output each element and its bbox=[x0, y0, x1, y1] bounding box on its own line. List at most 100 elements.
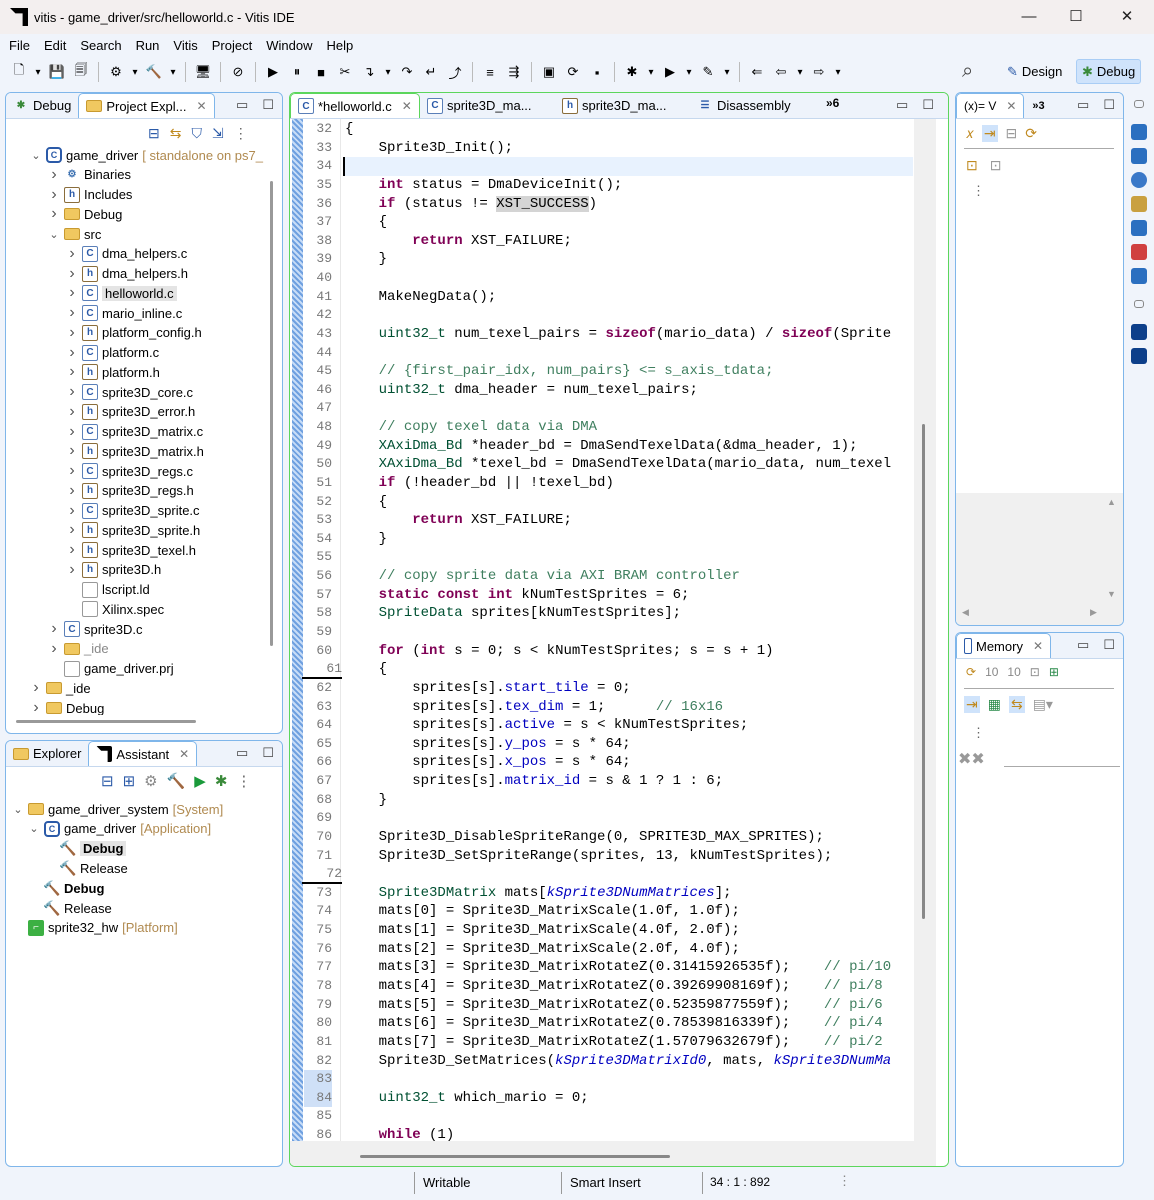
show-type-names-icon[interactable]: 𝑥 bbox=[966, 125, 974, 142]
tree-item[interactable]: Xilinx.spec bbox=[66, 599, 164, 619]
debug-view-icon[interactable] bbox=[1131, 268, 1147, 284]
tree-item[interactable]: › h sprite3D_regs.h bbox=[66, 481, 194, 501]
menu-window[interactable]: Window bbox=[266, 38, 312, 53]
terminal-icon[interactable] bbox=[1131, 348, 1147, 364]
dropdown-icon[interactable]: ▾ bbox=[723, 63, 731, 81]
save-icon[interactable]: 💾 bbox=[48, 63, 66, 81]
tab-explorer[interactable]: Explorer bbox=[6, 741, 88, 766]
new-rendering-icon[interactable]: ⊡ bbox=[1030, 665, 1040, 679]
tree-item[interactable]: ⌄ game_driver_system [System] bbox=[12, 799, 223, 819]
minimize-icon[interactable]: ▭ bbox=[236, 97, 248, 113]
add-global-icon[interactable]: ⊡ bbox=[990, 157, 1002, 174]
tree-item[interactable]: › h dma_helpers.h bbox=[66, 264, 188, 284]
export-memory-icon[interactable]: 10 bbox=[1007, 665, 1020, 679]
console-icon[interactable]: ▣ bbox=[540, 63, 558, 81]
minimize-icon[interactable]: ▭ bbox=[896, 97, 908, 113]
instruction-stepping-icon[interactable]: ≡ bbox=[481, 63, 499, 81]
tree-item[interactable]: › Cdma_helpers.c bbox=[66, 244, 187, 264]
show-logical-structure-icon[interactable]: ⇥ bbox=[981, 125, 998, 142]
more-tabs-button[interactable]: »3 bbox=[1032, 100, 1044, 112]
vitis-terminal-icon[interactable]: ▪ bbox=[588, 63, 606, 81]
dropdown-icon[interactable]: ▾ bbox=[131, 63, 139, 81]
tree-item[interactable]: › Csprite3D_regs.c bbox=[66, 461, 193, 481]
menu-run[interactable]: Run bbox=[136, 38, 160, 53]
chevron-right-icon[interactable]: › bbox=[66, 284, 78, 302]
tree-item[interactable]: ⌄ Cgame_driver[ standalone on ps7_ bbox=[30, 145, 263, 165]
search-icon[interactable]: ⌕ bbox=[962, 60, 973, 83]
chevron-right-icon[interactable]: › bbox=[66, 442, 78, 460]
chevron-right-icon[interactable]: › bbox=[66, 324, 78, 342]
filter-icon[interactable]: ⛉ bbox=[191, 125, 202, 142]
chevron-down-icon[interactable]: ⌄ bbox=[12, 803, 24, 816]
drop-to-frame-icon[interactable]: ⤴ bbox=[446, 63, 464, 81]
chevron-down-icon[interactable]: ⌄ bbox=[28, 822, 40, 835]
back-icon[interactable]: ⇦ bbox=[772, 63, 790, 81]
tree-item[interactable]: › h platform.h bbox=[66, 362, 160, 382]
dropdown-icon[interactable]: ▾ bbox=[685, 63, 693, 81]
chevron-right-icon[interactable]: › bbox=[66, 462, 78, 480]
dropdown-icon[interactable]: ▾ bbox=[34, 63, 42, 81]
tree-item[interactable]: 🔨 Debug bbox=[28, 878, 104, 898]
maximize-icon[interactable]: ☐ bbox=[1103, 97, 1115, 113]
use-step-filters-icon[interactable]: ⇶ bbox=[505, 63, 523, 81]
chevron-right-icon[interactable]: › bbox=[66, 541, 78, 559]
tree-item[interactable]: ⌄ src bbox=[48, 224, 101, 244]
registers-icon[interactable] bbox=[1131, 220, 1147, 236]
tree-item[interactable]: 🔨 Release bbox=[44, 858, 127, 878]
tree-item[interactable]: › h sprite3D_error.h bbox=[66, 402, 195, 422]
maximize-icon[interactable]: ☐ bbox=[922, 97, 934, 113]
menu-edit[interactable]: Edit bbox=[44, 38, 66, 53]
tree-item[interactable]: › h sprite3D_texel.h bbox=[66, 540, 196, 560]
menu-search[interactable]: Search bbox=[80, 38, 121, 53]
target-connection-icon[interactable]: ⚙ bbox=[107, 63, 125, 81]
step-return-icon[interactable]: ↵ bbox=[422, 63, 440, 81]
menu-vitis[interactable]: Vitis bbox=[173, 38, 197, 53]
chevron-right-icon[interactable]: › bbox=[66, 304, 78, 322]
chevron-right-icon[interactable]: › bbox=[66, 245, 78, 263]
close-tab-icon[interactable]: ✕ bbox=[197, 99, 207, 113]
save-all-icon[interactable]: 🗐 bbox=[72, 62, 90, 81]
restore-icon[interactable] bbox=[1134, 100, 1144, 108]
minimize-button[interactable]: — bbox=[1018, 6, 1040, 28]
import-icon[interactable]: ⇲ bbox=[212, 125, 224, 142]
tree-item[interactable]: › h sprite3D.h bbox=[66, 560, 161, 580]
new-icon[interactable]: 🗋 bbox=[10, 62, 28, 81]
scroll-up-icon[interactable]: ▲ bbox=[1107, 497, 1116, 507]
tree-item[interactable]: game_driver.prj bbox=[48, 659, 174, 679]
layout-icon[interactable]: ▤▾ bbox=[1033, 696, 1053, 713]
link-rendering-icon[interactable]: ⇥ bbox=[964, 696, 980, 713]
view-menu-icon[interactable]: ⋮ bbox=[236, 772, 251, 790]
tree-item[interactable]: › h Includes bbox=[48, 185, 132, 205]
design-perspective-button[interactable]: ✎ Design bbox=[1002, 59, 1067, 84]
chevron-down-icon[interactable]: ⌄ bbox=[30, 149, 42, 162]
scroll-right-icon[interactable]: ▶ bbox=[1090, 607, 1097, 618]
tabular-icon[interactable]: ▦ bbox=[988, 696, 1001, 713]
maximize-icon[interactable]: ☐ bbox=[262, 97, 274, 113]
tree-item[interactable]: › _ide bbox=[48, 639, 108, 659]
tab-assistant[interactable]: Assistant ✕ bbox=[88, 741, 198, 766]
menu-file[interactable]: File bbox=[9, 38, 30, 53]
scroll-down-icon[interactable]: ▼ bbox=[1107, 589, 1116, 599]
view-menu-icon[interactable]: ⋮ bbox=[234, 125, 248, 142]
tree-item[interactable]: › h platform_config.h bbox=[66, 323, 202, 343]
tab-memory[interactable]: Memory ✕ bbox=[956, 633, 1052, 658]
terminal-icon[interactable] bbox=[1131, 324, 1147, 340]
horizontal-scrollbar[interactable] bbox=[16, 720, 196, 723]
chevron-right-icon[interactable]: › bbox=[66, 521, 78, 539]
resume-icon[interactable]: ▶ bbox=[264, 63, 282, 81]
remove-monitor-icon[interactable]: ✖✖ bbox=[958, 749, 985, 769]
view-menu-icon[interactable]: ⋮ bbox=[972, 183, 985, 199]
build-hammer-icon[interactable]: 🔨 bbox=[145, 63, 163, 81]
editor-tab[interactable]: Csprite3D_ma... bbox=[420, 93, 555, 118]
maximize-icon[interactable]: ☐ bbox=[262, 745, 274, 761]
external-tools-icon[interactable]: ✎ bbox=[699, 63, 717, 81]
tree-item[interactable]: 🔨 Release bbox=[28, 898, 111, 918]
tab-project-explorer[interactable]: Project Expl... ✕ bbox=[78, 93, 215, 118]
chevron-right-icon[interactable]: › bbox=[66, 383, 78, 401]
dropdown-icon[interactable]: ▾ bbox=[169, 63, 177, 81]
close-tab-icon[interactable]: ✕ bbox=[1033, 639, 1043, 653]
run-icon[interactable]: ▶ bbox=[661, 63, 679, 81]
tree-item[interactable]: › h sprite3D_sprite.h bbox=[66, 520, 200, 540]
tab-variables[interactable]: (x)= V ✕ bbox=[956, 93, 1025, 118]
scroll-left-icon[interactable]: ◀ bbox=[962, 607, 969, 618]
